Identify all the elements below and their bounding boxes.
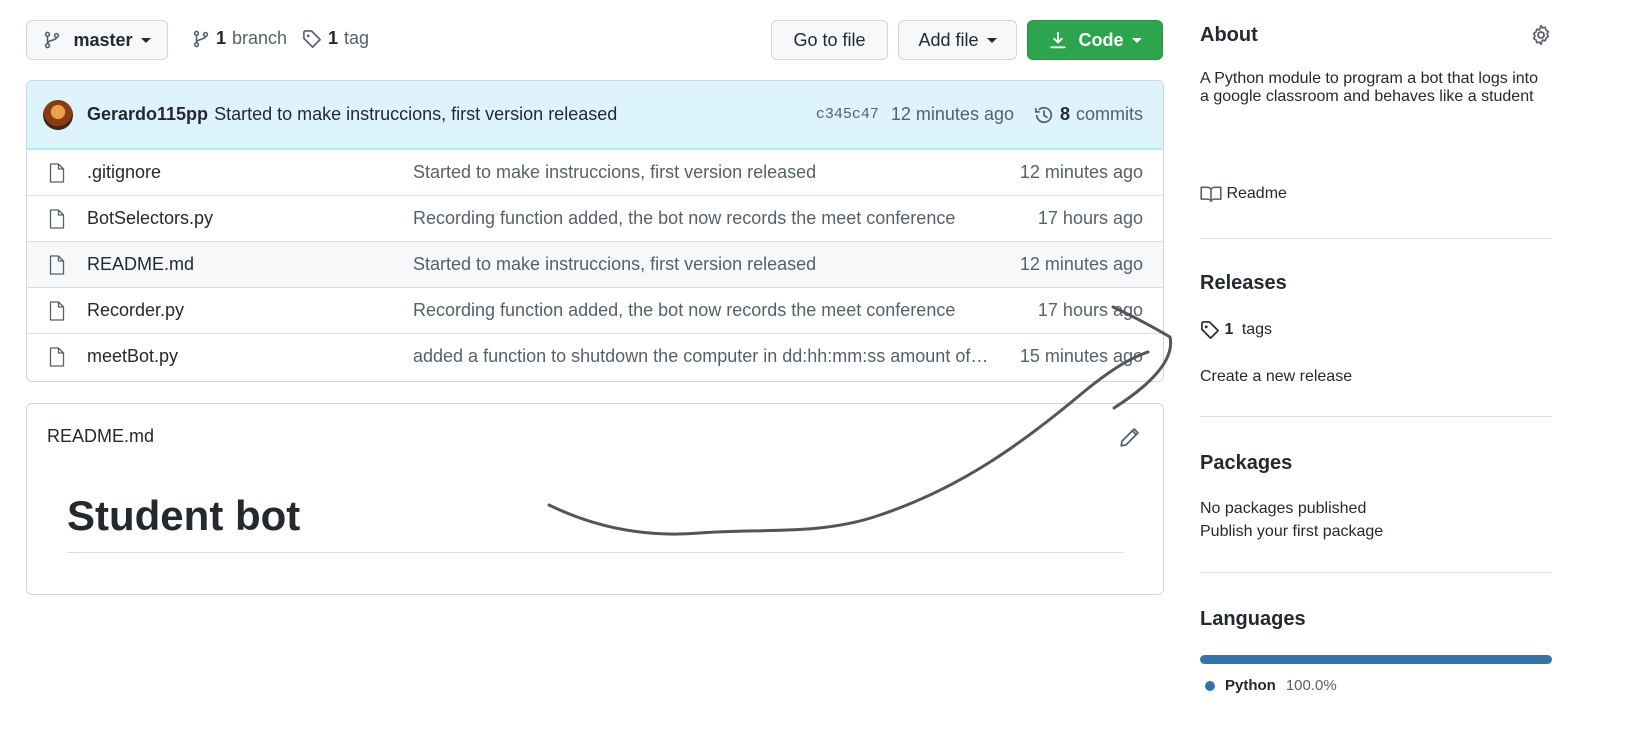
readme-link[interactable]: Readme: [1200, 184, 1552, 204]
file-name[interactable]: meetBot.py: [87, 346, 413, 367]
no-packages-text: No packages published: [1200, 500, 1367, 517]
releases-section: Releases: [1200, 272, 1552, 295]
gear-icon[interactable]: [1530, 24, 1552, 46]
code-button[interactable]: Code: [1027, 20, 1163, 60]
commits-count: 8: [1059, 104, 1070, 124]
packages-heading[interactable]: Packages: [1200, 452, 1552, 475]
commit-time: 12 minutes ago: [890, 104, 1014, 124]
table-row[interactable]: .gitignore Started to make instruccions,…: [27, 149, 1163, 195]
file-commit-time: 12 minutes ago: [1019, 162, 1143, 182]
commit-message[interactable]: Started to make instruccions, first vers…: [214, 104, 617, 125]
releases-heading[interactable]: Releases: [1200, 272, 1552, 295]
commit-author[interactable]: Gerardo115pp: [87, 104, 208, 125]
file-icon: [49, 300, 65, 321]
languages-heading: Languages: [1200, 608, 1306, 630]
code-label: Code: [1078, 29, 1124, 50]
tag-icon: [303, 29, 321, 48]
latest-commit-bar: Gerardo115pp Started to make instruccion…: [27, 81, 1163, 149]
branch-name: master: [73, 29, 133, 50]
release-tag-label: tags: [1241, 321, 1273, 339]
table-row[interactable]: BotSelectors.py Recording function added…: [27, 195, 1163, 241]
commit-meta: c345c47 12 minutes ago 8 commits: [816, 104, 1143, 125]
sidebar-divider: [1200, 238, 1552, 239]
language-item[interactable]: Python 100.0%: [1205, 677, 1337, 694]
file-commit-message[interactable]: Recording function added, the bot now re…: [413, 300, 993, 321]
git-branch-icon: [45, 31, 60, 49]
file-name[interactable]: Recorder.py: [87, 300, 413, 321]
tags-link[interactable]: 1 tag: [302, 28, 369, 49]
language-percent: 100.0%: [1285, 677, 1337, 694]
file-icon: [49, 254, 65, 275]
packages-section: Packages: [1200, 452, 1552, 475]
file-icon: [49, 208, 65, 229]
commit-sha[interactable]: c345c47: [816, 106, 879, 123]
table-row[interactable]: Recorder.py Recording function added, th…: [27, 287, 1163, 333]
file-browser: Gerardo115pp Started to make instruccion…: [26, 80, 1164, 382]
branch-select-button[interactable]: master: [26, 20, 168, 60]
file-commit-message[interactable]: Started to make instruccions, first vers…: [413, 162, 993, 183]
chevron-down-icon: [140, 37, 151, 43]
language-name: Python: [1225, 677, 1276, 694]
sidebar-divider: [1200, 416, 1552, 417]
table-row[interactable]: README.md Started to make instruccions, …: [27, 241, 1163, 287]
tag-icon: [1201, 321, 1219, 339]
readme-panel: README.md Student bot: [26, 403, 1164, 595]
file-name[interactable]: .gitignore: [87, 162, 413, 183]
readme-title: Student bot: [67, 492, 301, 539]
tag-label: tag: [344, 28, 370, 48]
chevron-down-icon: [986, 37, 997, 43]
table-row[interactable]: meetBot.py added a function to shutdown …: [27, 333, 1163, 379]
branch-count: 1: [216, 28, 227, 48]
avatar[interactable]: [43, 99, 73, 130]
release-tag-count: 1: [1224, 321, 1234, 339]
git-branch-icon: [193, 30, 209, 47]
repo-description: A Python module to program a bot that lo…: [1200, 70, 1538, 105]
download-icon: [1049, 31, 1066, 49]
branch-label: branch: [232, 28, 288, 48]
file-commit-time: 12 minutes ago: [1019, 254, 1143, 274]
readme-filename[interactable]: README.md: [47, 426, 154, 447]
add-file-button[interactable]: Add file: [898, 20, 1017, 60]
language-color-dot: [1205, 680, 1215, 691]
tag-count: 1: [328, 28, 339, 48]
create-release-link[interactable]: Create a new release: [1200, 368, 1552, 386]
languages-section: Languages: [1200, 608, 1552, 631]
file-commit-time: 15 minutes ago: [1019, 346, 1143, 366]
branches-link[interactable]: 1 branch: [192, 28, 287, 49]
file-commit-message[interactable]: Started to make instruccions, first vers…: [413, 254, 993, 275]
pencil-icon[interactable]: [1119, 426, 1141, 448]
add-file-label: Add file: [918, 29, 979, 50]
book-icon: [1200, 186, 1222, 203]
file-commit-time: 17 hours ago: [1037, 208, 1143, 228]
file-icon: [49, 162, 65, 183]
publish-package-link[interactable]: Publish your first package: [1200, 523, 1552, 541]
chevron-down-icon: [1131, 37, 1142, 43]
file-commit-message[interactable]: added a function to shutdown the compute…: [413, 346, 993, 367]
about-heading: About: [1200, 24, 1258, 46]
readme-link-label: Readme: [1226, 185, 1287, 203]
file-commit-time: 17 hours ago: [1037, 300, 1143, 320]
language-bar: [1200, 655, 1552, 664]
go-to-file-label: Go to file: [793, 29, 866, 50]
file-name[interactable]: BotSelectors.py: [87, 208, 413, 229]
release-tags-link[interactable]: 1 tags: [1200, 320, 1552, 340]
readme-divider: [67, 552, 1123, 553]
file-commit-message[interactable]: Recording function added, the bot now re…: [413, 208, 993, 229]
history-icon: [1034, 106, 1053, 123]
file-icon: [49, 346, 65, 367]
commits-link[interactable]: 8 commits: [1034, 104, 1143, 125]
sidebar-divider: [1200, 572, 1552, 573]
commits-label: commits: [1076, 104, 1143, 124]
file-name[interactable]: README.md: [87, 254, 413, 275]
go-to-file-button[interactable]: Go to file: [771, 20, 888, 60]
about-section: About: [1200, 24, 1552, 47]
